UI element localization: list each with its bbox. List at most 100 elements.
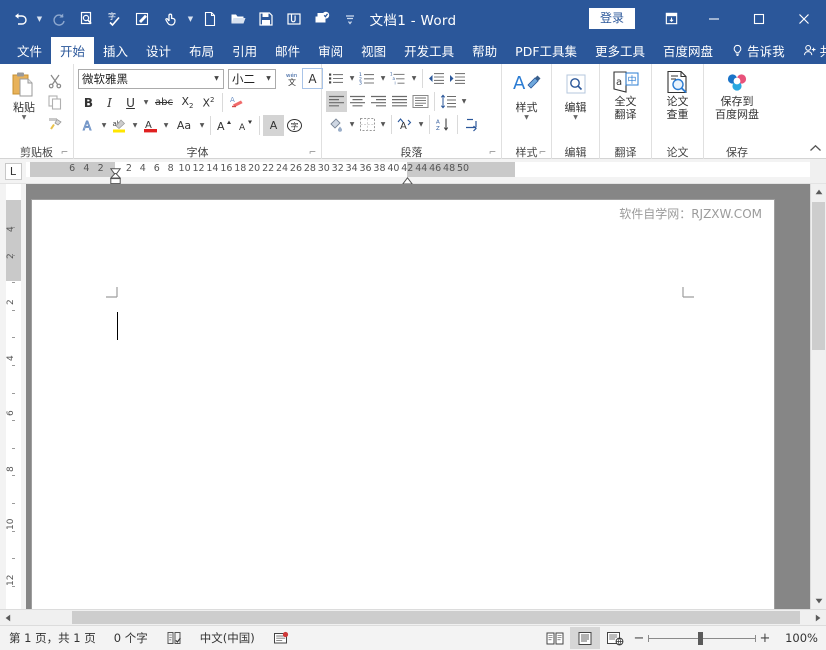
text-highlight-color-button[interactable]: ab [109,115,130,136]
save-to-baidu-netdisk-button[interactable]: 保存到 百度网盘 [708,67,766,121]
text-effects-caret-icon[interactable]: ▼ [99,115,109,136]
format-painter-button[interactable] [44,112,65,133]
paste-caret-icon[interactable]: ▼ [22,114,27,121]
horizontal-ruler[interactable]: 6 4 2 2 4 6 8 10 12 14 16 18 20 22 24 26 28 30 32 34 36 38 40 4… [26,159,810,185]
shrink-font-button[interactable]: A [235,115,256,136]
numbered-caret-icon[interactable]: ▼ [378,68,388,89]
horizontal-scroll-track[interactable] [16,610,810,625]
tab-design[interactable]: 设计 [137,37,180,64]
tab-help[interactable]: 帮助 [463,37,506,64]
shading-caret-icon[interactable]: ▼ [347,114,357,135]
zoom-slider[interactable] [648,626,756,650]
character-shading-button[interactable]: A [263,115,284,136]
tab-mailings[interactable]: 邮件 [266,37,309,64]
decrease-indent-icon[interactable] [426,68,447,89]
cut-button[interactable] [44,70,65,91]
multilevel-list-icon[interactable]: 1ai [388,68,409,89]
touch-mode-caret-icon[interactable]: ▼ [185,6,196,32]
print-layout-view-button[interactable] [570,627,600,649]
tab-insert[interactable]: 插入 [94,37,137,64]
redo-button[interactable] [45,6,73,32]
track-changes-icon[interactable] [129,6,157,32]
scroll-up-arrow-icon[interactable] [811,184,826,200]
copy-button[interactable] [44,91,65,112]
change-case-caret-icon[interactable]: ▼ [197,115,207,136]
tab-file[interactable]: 文件 [8,37,51,64]
underline-caret-icon[interactable]: ▼ [141,92,151,113]
document-canvas[interactable]: 软件自学网：RJZXW.COM [26,184,810,609]
borders-icon[interactable] [357,114,378,135]
tab-developer[interactable]: 开发工具 [395,37,463,64]
word-count-status[interactable]: 0 个字 [105,626,157,650]
printer-check-icon[interactable] [308,6,336,32]
italic-button[interactable]: I [99,92,120,113]
tab-stop-selector[interactable]: L [0,159,26,183]
macro-record-icon[interactable] [264,626,298,650]
underline-button[interactable]: U [120,92,141,113]
thesis-check-button[interactable]: 论文 查重 [656,67,699,121]
paste-button[interactable]: 粘贴 ▼ [4,67,44,121]
horizontal-scroll-thumb[interactable] [72,611,800,624]
horizontal-scrollbar[interactable] [0,609,826,625]
enclose-characters-button[interactable]: 字 [284,115,305,136]
maximize-button[interactable] [736,0,781,37]
styles-button[interactable]: A 样式 ▼ [506,67,547,121]
close-button[interactable] [781,0,826,37]
numbered-list-icon[interactable]: 123 [357,68,378,89]
borders-caret-icon[interactable]: ▼ [378,114,388,135]
more-options-icon[interactable] [336,6,364,32]
distribute-icon[interactable] [410,91,431,112]
phonetic-guide-icon[interactable]: wén 文 [281,68,302,89]
tab-review[interactable]: 审阅 [309,37,352,64]
full-text-translate-button[interactable]: a中 全文 翻译 [604,67,647,121]
justify-icon[interactable] [389,91,410,112]
bullet-caret-icon[interactable]: ▼ [347,68,357,89]
subscript-button[interactable]: X2 [177,92,198,113]
editing-caret-icon[interactable]: ▼ [573,114,578,121]
grow-font-button[interactable]: A [214,115,235,136]
font-size-combo[interactable]: 小二 ▼ [228,68,276,89]
multilevel-caret-icon[interactable]: ▼ [409,68,419,89]
font-name-caret-icon[interactable]: ▼ [210,75,223,82]
tab-view[interactable]: 视图 [352,37,395,64]
bold-button[interactable]: B [78,92,99,113]
align-center-icon[interactable] [347,91,368,112]
line-spacing-caret-icon[interactable]: ▼ [459,91,469,112]
font-dialog-launcher-icon[interactable]: ⌐ [307,147,318,158]
pilcrow-icon[interactable] [461,114,482,135]
zoom-in-button[interactable]: + [756,631,774,646]
web-layout-view-button[interactable] [600,627,630,649]
superscript-button[interactable]: X2 [198,92,219,113]
chinese-layout-caret-icon[interactable]: ▼ [416,114,426,135]
scroll-left-arrow-icon[interactable] [0,610,16,625]
tab-pdf-tools[interactable]: PDF工具集 [506,37,586,64]
line-spacing-icon[interactable] [438,91,459,112]
tab-references[interactable]: 引用 [223,37,266,64]
vertical-scrollbar[interactable] [810,184,826,609]
read-mode-view-button[interactable] [540,627,570,649]
scroll-right-arrow-icon[interactable] [810,610,826,625]
sort-az-icon[interactable]: AZ [433,114,454,135]
font-color-caret-icon[interactable]: ▼ [161,115,171,136]
sign-in-button[interactable]: 登录 [588,8,635,29]
tab-home[interactable]: 开始 [51,37,95,64]
scroll-down-arrow-icon[interactable] [811,593,826,609]
email-attach-icon[interactable] [280,6,308,32]
vertical-ruler[interactable]: 422468101214 [0,184,26,609]
paragraph-dialog-launcher-icon[interactable]: ⌐ [487,147,498,158]
styles-dialog-launcher-icon[interactable]: ⌐ [537,147,548,158]
page-number-status[interactable]: 第 1 页，共 1 页 [0,626,105,650]
undo-caret-icon[interactable]: ▼ [34,6,45,32]
spelling-check-icon[interactable]: 字 [101,6,129,32]
character-border-icon[interactable]: A [302,68,323,89]
text-effects-button[interactable]: A [78,115,99,136]
print-preview-icon[interactable] [73,6,101,32]
proofing-errors-icon[interactable] [157,626,191,650]
first-line-indent-marker[interactable] [109,161,121,177]
right-indent-marker[interactable] [401,170,413,185]
styles-caret-icon[interactable]: ▼ [524,114,529,121]
increase-indent-icon[interactable] [447,68,468,89]
font-name-combo[interactable]: 微软雅黑 ▼ [78,68,224,89]
ribbon-display-options-icon[interactable] [651,0,691,37]
new-document-icon[interactable] [196,6,224,32]
